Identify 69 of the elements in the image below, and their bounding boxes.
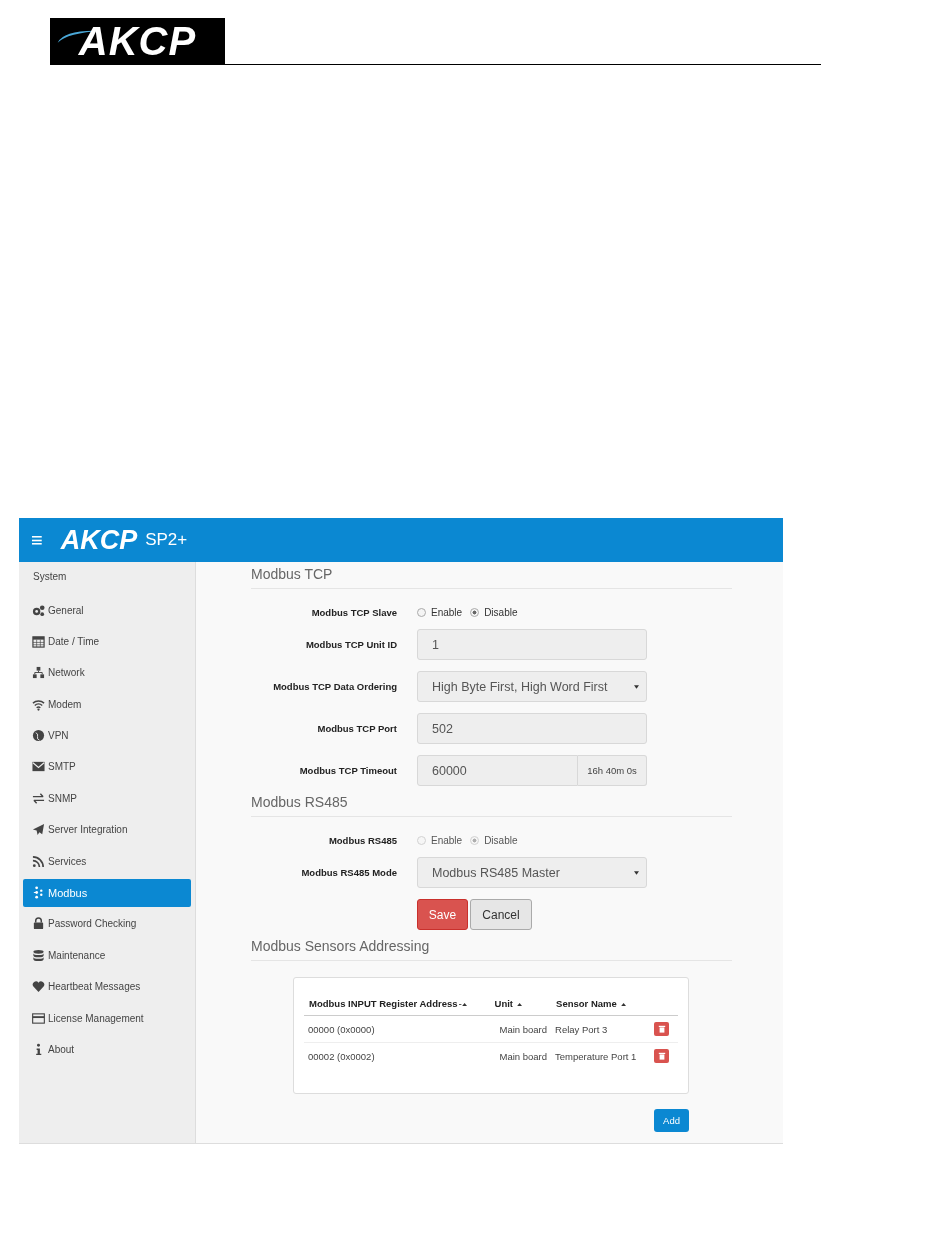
sidebar-item[interactable]: Date / Time — [23, 627, 191, 656]
table-cell: Relay Port 3 — [555, 1023, 608, 1035]
plane-icon — [32, 823, 45, 837]
sidebar-item[interactable]: Modem — [23, 690, 191, 719]
sidebar-item[interactable]: License Management — [23, 1004, 191, 1033]
sort-icon — [458, 1002, 467, 1007]
sidebar-item[interactable]: SMTP — [23, 752, 191, 781]
sidebar-item[interactable]: Modbus — [23, 878, 191, 907]
section-title: Modbus RS485 — [251, 794, 732, 817]
column-header[interactable]: Unit — [489, 992, 552, 1016]
select-field[interactable]: Modbus RS485 Master — [417, 857, 647, 888]
rss-icon — [32, 854, 45, 868]
column-header[interactable]: Modbus INPUT Register Address — [304, 992, 490, 1016]
menu-button[interactable]: ≡ — [19, 528, 55, 552]
modbus-icon — [32, 886, 45, 899]
exchange-icon — [32, 791, 45, 805]
sitemap-icon — [32, 666, 45, 680]
input-addon: 16h 40m 0s — [578, 755, 647, 786]
sidebar-item[interactable]: Heartbeat Messages — [23, 972, 191, 1001]
sidebar-item[interactable]: About — [23, 1035, 191, 1064]
trash-icon — [657, 1025, 666, 1033]
field-label: Modbus RS485 — [327, 835, 397, 846]
cancel-button[interactable]: Cancel — [470, 899, 532, 930]
field-label: Modbus TCP Port — [316, 723, 397, 734]
app-logo: AKCP — [60, 524, 138, 556]
input-field[interactable]: 502 — [417, 713, 647, 744]
table-cell: Temperature Port 1 — [555, 1050, 637, 1062]
select-field[interactable]: High Byte First, High Word First — [417, 671, 647, 702]
sidebar-item[interactable]: VPN — [23, 721, 191, 750]
sidebar-item[interactable]: Services — [23, 847, 191, 876]
field-label: Modbus RS485 Mode — [300, 867, 397, 878]
sidebar-item[interactable]: SNMP — [23, 784, 191, 813]
column-header[interactable]: Sensor Name — [551, 992, 650, 1016]
sidebar-item[interactable]: Network — [23, 658, 191, 687]
add-button[interactable]: Add — [654, 1109, 689, 1132]
sidebar-item[interactable]: Maintenance — [23, 941, 191, 970]
section-title: Modbus Sensors Addressing — [251, 938, 732, 961]
save-button[interactable]: Save — [417, 899, 468, 930]
database-icon — [32, 948, 45, 962]
table-cell: 00000 (0x0000) — [308, 1023, 375, 1035]
heart-icon — [32, 980, 45, 994]
field-label: Modbus TCP Unit ID — [304, 639, 397, 650]
sidebar-heading: System — [32, 570, 68, 584]
trash-icon — [657, 1052, 666, 1060]
document-logo: AKCP — [50, 18, 225, 65]
sidebar-item[interactable]: Password Checking — [23, 909, 191, 938]
section-title: Modbus TCP — [251, 566, 732, 589]
table-cell: 00002 (0x0002) — [308, 1050, 375, 1062]
input-field[interactable]: 60000 — [417, 755, 578, 786]
lock-icon — [32, 917, 45, 931]
wifi-icon — [32, 697, 45, 711]
caret-icon — [634, 870, 639, 875]
sidebar-item[interactable]: General — [23, 596, 191, 624]
input-field[interactable]: 1 — [417, 629, 647, 660]
sidebar-item[interactable]: Server Integration — [23, 815, 191, 844]
field-label: Modbus TCP Timeout — [298, 765, 397, 776]
radio-option[interactable]: Enable — [417, 607, 463, 618]
calendar-icon — [32, 634, 45, 648]
table-cell: Main board — [499, 1050, 548, 1062]
field-label: Modbus TCP Data Ordering — [272, 681, 397, 692]
delete-button[interactable] — [654, 1022, 669, 1036]
card-icon — [32, 1011, 45, 1025]
radio-option[interactable]: Disable — [470, 607, 518, 618]
delete-button[interactable] — [654, 1049, 669, 1063]
product-name: SP2+ — [145, 530, 188, 550]
envelope-icon — [32, 760, 45, 774]
table-cell: Main board — [499, 1023, 548, 1035]
caret-icon — [634, 684, 639, 689]
field-label: Modbus TCP Slave — [310, 607, 397, 618]
